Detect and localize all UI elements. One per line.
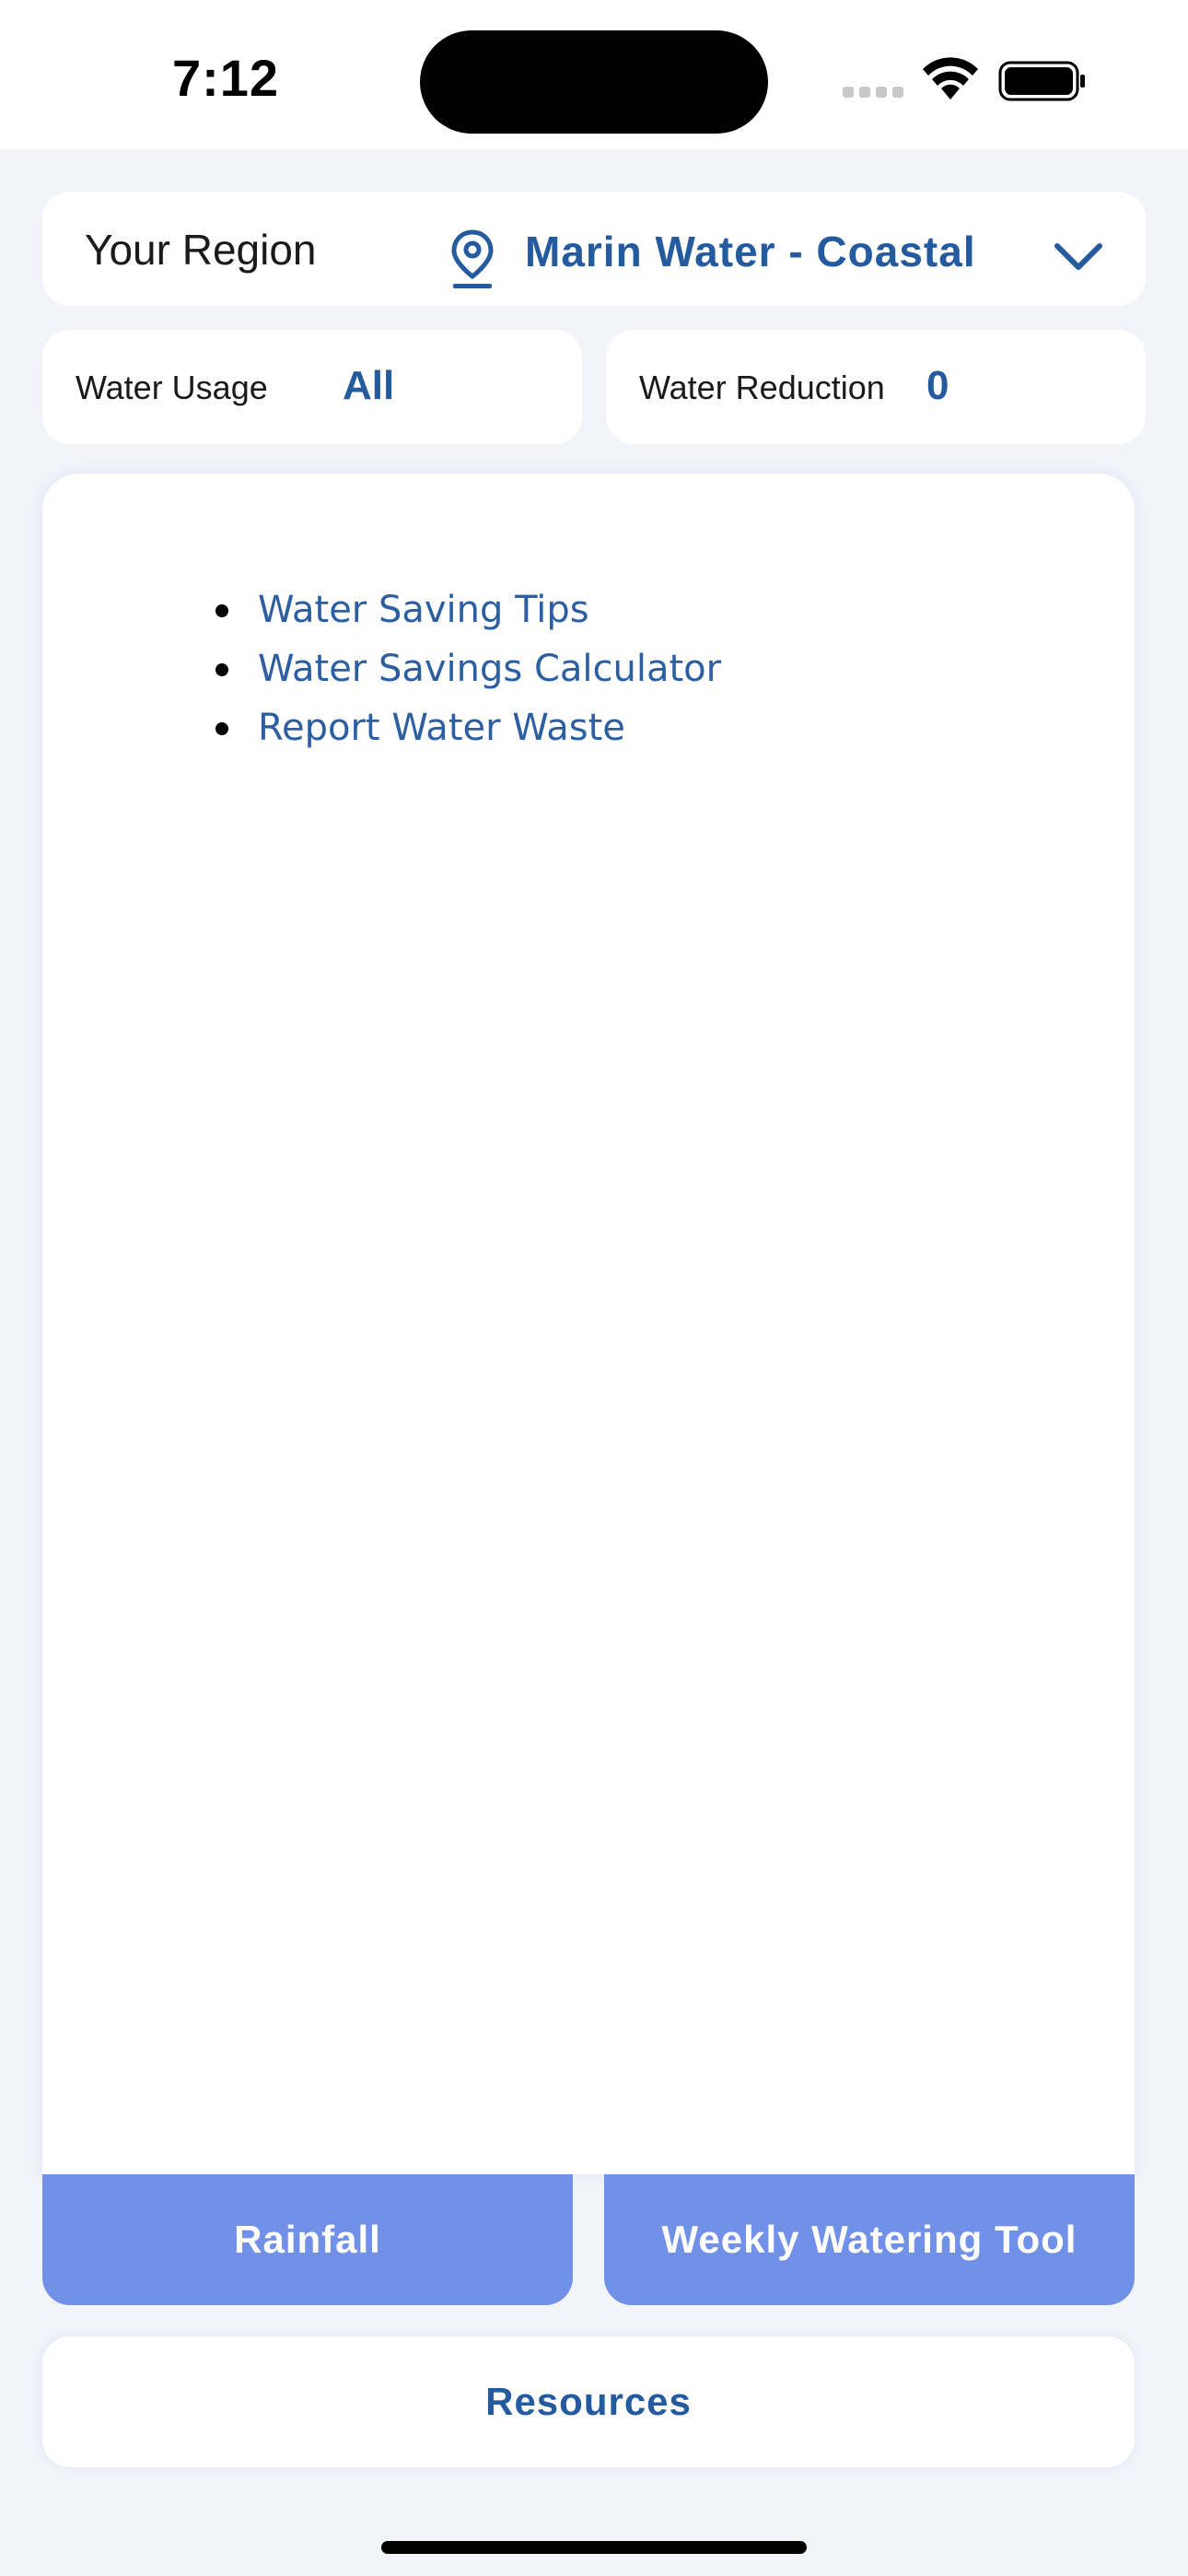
bullet: [215, 722, 228, 735]
water-usage-value: All: [343, 363, 395, 408]
bullet: [215, 604, 228, 617]
bullet: [215, 663, 228, 676]
resources-button[interactable]: Resources: [42, 2336, 1135, 2467]
region-selector[interactable]: Your Region Marin Water - Coastal: [42, 192, 1146, 306]
location-pin-icon: [451, 229, 494, 288]
link-water-saving-tips[interactable]: Water Saving Tips: [212, 580, 721, 639]
weekly-watering-tool-button[interactable]: Weekly Watering Tool: [604, 2174, 1135, 2305]
region-value: Marin Water - Coastal: [525, 228, 976, 275]
link-text[interactable]: Report Water Waste: [258, 707, 625, 749]
water-usage-label: Water Usage: [76, 369, 268, 406]
link-text[interactable]: Water Saving Tips: [258, 589, 589, 631]
water-reduction-card[interactable]: Water Reduction 0: [606, 330, 1146, 444]
status-bar: 7:12: [0, 0, 1188, 149]
content-panel: Water Saving Tips Water Savings Calculat…: [42, 474, 1135, 2174]
link-water-savings-calculator[interactable]: Water Savings Calculator: [212, 639, 721, 698]
battery-icon: [998, 61, 1085, 101]
wifi-icon: [923, 57, 978, 100]
link-text[interactable]: Water Savings Calculator: [258, 648, 721, 690]
rainfall-button[interactable]: Rainfall: [42, 2174, 573, 2305]
water-reduction-label: Water Reduction: [639, 369, 885, 406]
home-indicator: [381, 2541, 807, 2554]
status-time: 7:12: [171, 49, 280, 107]
water-usage-card[interactable]: Water Usage All: [42, 330, 582, 444]
chevron-down-icon[interactable]: [1054, 241, 1103, 273]
resource-links-list: Water Saving Tips Water Savings Calculat…: [212, 580, 721, 757]
dynamic-island: [420, 30, 768, 134]
water-reduction-value: 0: [926, 363, 949, 408]
cellular-signal-icon: [843, 87, 905, 98]
link-report-water-waste[interactable]: Report Water Waste: [212, 698, 721, 757]
region-label: Your Region: [85, 226, 317, 274]
